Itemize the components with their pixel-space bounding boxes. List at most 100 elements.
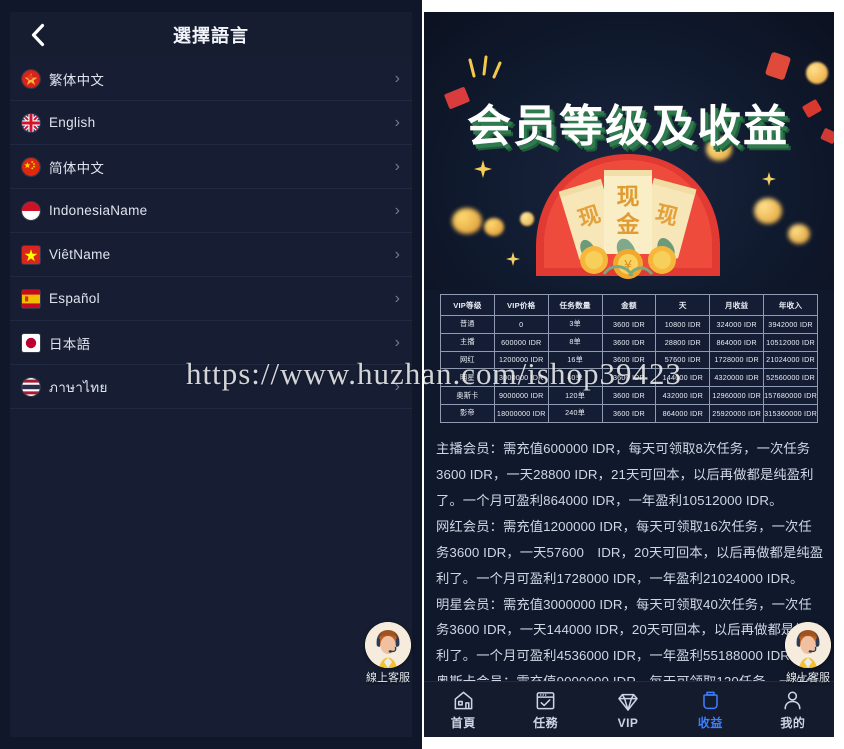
table-cell: 12960000 IDR (709, 386, 765, 405)
banner-title: 会员等级及收益 (467, 101, 789, 152)
red-envelope-illustration: 现 现 现 金 ¥ (532, 148, 724, 284)
chevron-right-icon: › (394, 201, 400, 219)
table-cell: 240单 (547, 403, 603, 423)
table-header-cell: VIP价格 (493, 294, 549, 316)
table-header-cell: 金额 (601, 294, 657, 316)
svg-text:金: 金 (616, 211, 641, 238)
table-cell: 3单 (547, 315, 603, 334)
table-cell: 16单 (547, 350, 603, 370)
table-cell: 3600 IDR (601, 332, 657, 352)
language-label: 繁体中文 (49, 72, 105, 88)
vip-screen: 现 现 现 金 ¥ 会员等级及收益 VIP等级 VIP价格 任务数量 金额 天 … (422, 12, 834, 737)
language-label: ภาษาไทย (49, 379, 108, 395)
language-item-indonesia[interactable]: IndonesiaName › (10, 189, 412, 233)
table-cell: 324000 IDR (709, 315, 765, 334)
customer-service-label: 線上客服 (786, 672, 830, 684)
chevron-right-icon: › (394, 245, 400, 263)
chevron-right-icon: › (394, 289, 400, 307)
back-button[interactable] (24, 22, 50, 48)
tab-profile[interactable]: 我的 (752, 688, 834, 731)
left-panel-language-selection: 選擇語言 繁体中文 › English › 简体中文 › IndonesiaNa… (0, 0, 422, 749)
headset-agent-avatar-icon (785, 622, 831, 668)
coin-blur-7 (788, 224, 810, 244)
table-cell: 3000000 IDR (493, 368, 549, 388)
sparkle-1 (466, 54, 506, 89)
language-item-zh-cn[interactable]: 简体中文 › (10, 145, 412, 189)
table-cell: 120单 (547, 386, 603, 405)
customer-service-button[interactable]: 線上客服 (782, 622, 834, 685)
sparkle-5 (506, 252, 520, 271)
task-icon (504, 688, 586, 712)
vip-banner: 现 现 现 金 ¥ 会员等级及收益 (422, 12, 834, 290)
chevron-right-icon: › (394, 113, 400, 131)
coin-blur-2 (452, 208, 482, 234)
table-row: 主播 600000 IDR 8单 3600 IDR 28800 IDR 8640… (440, 332, 818, 352)
table-cell: 1200000 IDR (493, 350, 549, 370)
vip-paragraph-influencer: 网红会员：需充值1200000 IDR，每天可领取16次任务，一次任务3600 … (436, 518, 824, 586)
sparkle-2 (474, 160, 492, 183)
language-item-vietnam[interactable]: ViêtName › (10, 233, 412, 277)
table-cell: 315360000 IDR (763, 403, 818, 423)
table-cell: 影帝 (440, 403, 495, 423)
language-screen: 選擇語言 繁体中文 › English › 简体中文 › IndonesiaNa… (10, 12, 412, 737)
tab-tasks[interactable]: 任務 (504, 688, 586, 731)
vip-paragraph-anchor: 主播会员：需充值600000 IDR，每天可领取8次任务，一次任务3600 ID… (436, 441, 814, 508)
tab-vip[interactable]: VIP (587, 690, 669, 730)
customer-service-button[interactable]: 線上客服 (362, 622, 414, 685)
coin-blur-6 (754, 198, 782, 224)
table-row: 明星 3000000 IDR 40单 3600 IDR 144000 IDR 4… (440, 368, 818, 388)
coin-blur-1 (806, 62, 828, 84)
chevron-right-icon: › (394, 69, 400, 87)
table-cell: 52560000 IDR (763, 368, 818, 388)
table-row: 网红 1200000 IDR 16单 3600 IDR 57600 IDR 17… (440, 350, 818, 370)
table-cell: 28800 IDR (655, 332, 711, 352)
person-icon (752, 688, 834, 712)
table-header-cell: 天 (655, 294, 711, 316)
table-cell: 18000000 IDR (493, 403, 549, 423)
table-cell: 9000000 IDR (493, 386, 549, 405)
language-item-thai[interactable]: ภาษาไทย › (10, 365, 412, 409)
flag-jp-icon (22, 333, 40, 352)
chevron-left-icon (31, 23, 44, 46)
table-cell: 3942000 IDR (763, 315, 818, 334)
flag-cn-tw-icon (22, 69, 40, 88)
language-label: 日本語 (49, 336, 91, 352)
language-item-spanish[interactable]: Español › (10, 277, 412, 321)
language-item-japanese[interactable]: 日本語 › (10, 321, 412, 365)
coin-blur-3 (484, 218, 504, 236)
headset-agent-avatar-icon (365, 622, 411, 668)
table-cell: 10800 IDR (655, 315, 711, 334)
table-cell: 432000 IDR (655, 386, 711, 405)
chevron-right-icon: › (394, 377, 400, 395)
confetti-red-2 (764, 51, 792, 81)
home-icon (422, 688, 504, 712)
language-header: 選擇語言 (10, 12, 412, 57)
svg-text:现: 现 (617, 184, 640, 210)
right-panel-vip-page: 现 现 现 金 ¥ 会员等级及收益 VIP等级 VIP价格 任务数量 金额 天 … (422, 0, 844, 749)
tab-label: 收益 (697, 716, 723, 730)
table-cell: 明星 (440, 368, 495, 388)
customer-service-label: 線上客服 (366, 672, 410, 684)
table-cell: 10512000 IDR (763, 332, 818, 352)
table-cell: 3600 IDR (601, 403, 657, 423)
language-item-english[interactable]: English › (10, 101, 412, 145)
flag-uk-icon (22, 113, 40, 132)
table-cell: 4320000 IDR (709, 368, 765, 388)
app-root: 選擇語言 繁体中文 › English › 简体中文 › IndonesiaNa… (0, 0, 844, 749)
diamond-icon (587, 690, 669, 714)
table-cell: 8单 (547, 332, 603, 352)
table-cell: 1728000 IDR (709, 350, 765, 370)
table-cell: 40单 (547, 368, 603, 388)
tab-earnings[interactable]: 收益 (669, 688, 751, 731)
table-header-cell: 年收入 (763, 294, 818, 316)
flag-id-icon (22, 201, 40, 220)
vip-level-table-container: VIP等级 VIP价格 任务数量 金额 天 月收益 年收入 普通 0 3单 36… (440, 294, 818, 423)
language-label: 简体中文 (49, 160, 105, 176)
chevron-right-icon: › (394, 157, 400, 175)
language-item-zh-tw[interactable]: 繁体中文 › (10, 57, 412, 101)
table-cell: 600000 IDR (493, 332, 549, 352)
tab-home[interactable]: 首頁 (422, 688, 504, 731)
chevron-right-icon: › (394, 333, 400, 351)
table-row: 普通 0 3单 3600 IDR 10800 IDR 324000 IDR 39… (440, 315, 818, 334)
table-cell: 144000 IDR (655, 368, 711, 388)
